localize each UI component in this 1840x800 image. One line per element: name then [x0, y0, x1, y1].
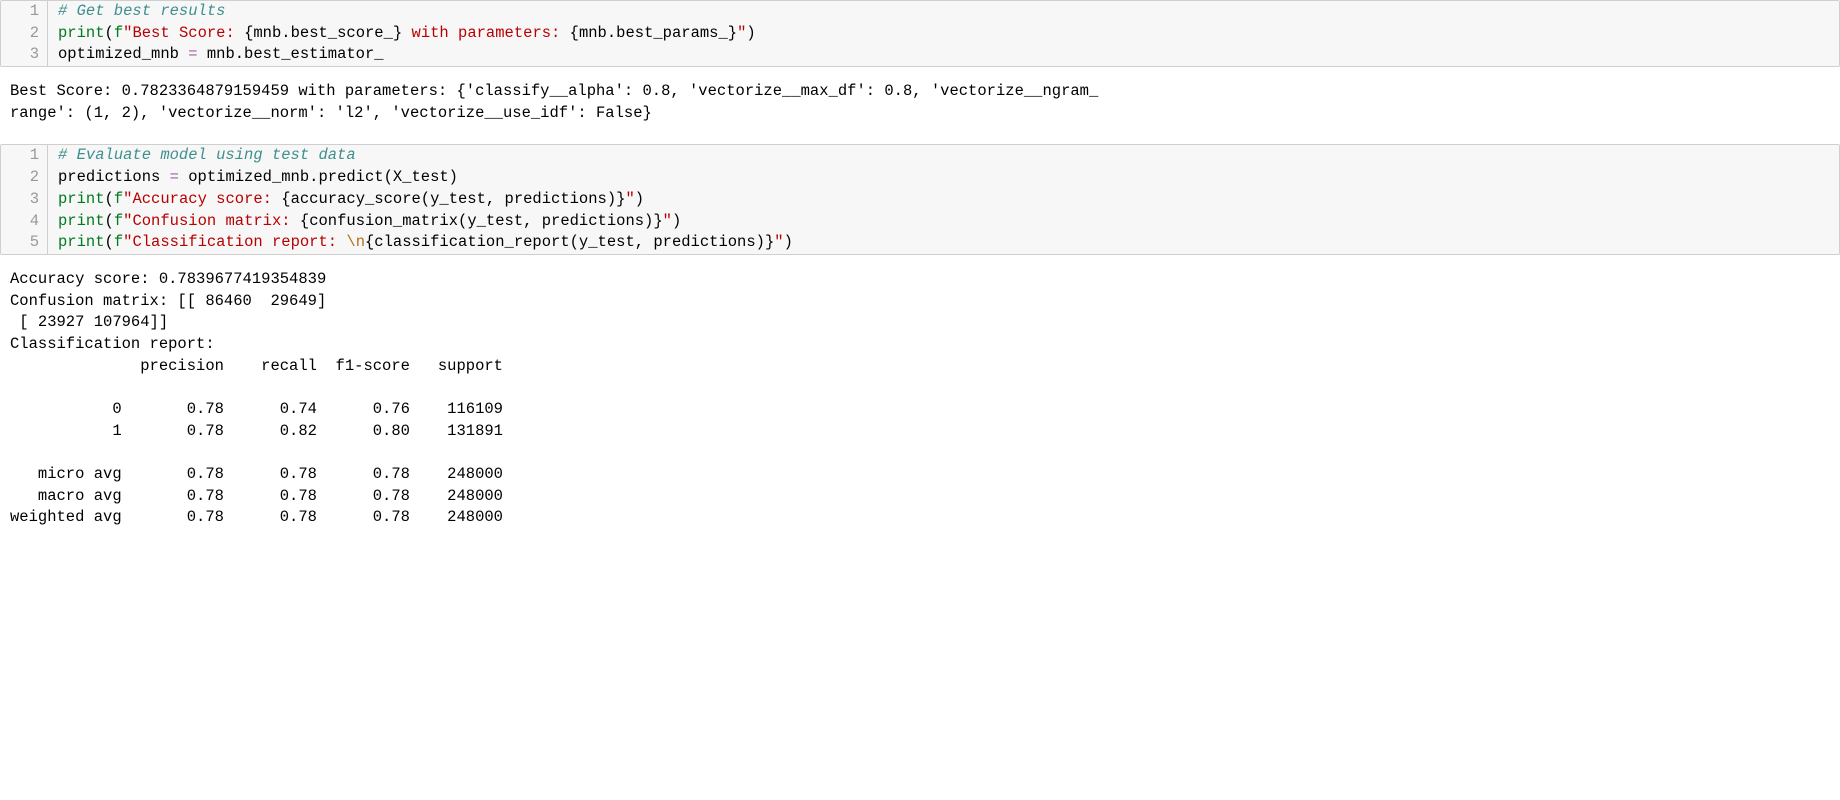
- f-expr: {mnb.best_params_}: [570, 24, 737, 42]
- code-text: # Get best results: [48, 1, 235, 23]
- code-text: # Evaluate model using test data: [48, 145, 366, 167]
- string-literal: Confusion matrix:: [132, 212, 299, 230]
- f-expr: {classification_report(y_test, predictio…: [365, 233, 774, 251]
- f-prefix: f: [114, 212, 123, 230]
- quote: ": [737, 24, 746, 42]
- line-number: 2: [1, 23, 48, 45]
- builtin-print: print: [58, 233, 105, 251]
- code-line: 1 # Evaluate model using test data: [1, 145, 1839, 167]
- code-line: 2 predictions = optimized_mnb.predict(X_…: [1, 167, 1839, 189]
- paren: (: [105, 212, 114, 230]
- line-number: 1: [1, 1, 48, 23]
- code-line: 3 optimized_mnb = mnb.best_estimator_: [1, 44, 1839, 66]
- comment: # Get best results: [58, 2, 225, 20]
- code-text: optimized_mnb = mnb.best_estimator_: [48, 44, 394, 66]
- line-number: 3: [1, 189, 48, 211]
- identifier: optimized_mnb: [58, 45, 188, 63]
- paren: ): [635, 190, 644, 208]
- code-text: print(f " Best Score: {mnb.best_score_} wi…: [48, 23, 766, 45]
- line-number: 4: [1, 211, 48, 233]
- code-line: 1 # Get best results: [1, 1, 1839, 23]
- string-literal: with parameters:: [402, 24, 569, 42]
- operator: =: [188, 45, 197, 63]
- line-number: 3: [1, 44, 48, 66]
- f-expr: {accuracy_score(y_test, predictions)}: [281, 190, 625, 208]
- string-literal: Classification report:: [132, 233, 346, 251]
- builtin-print: print: [58, 24, 105, 42]
- quote: ": [625, 190, 634, 208]
- spacer: [0, 126, 1840, 144]
- code-line: 5 print(f " Classification report: \n{clas…: [1, 232, 1839, 254]
- identifier: predictions: [58, 168, 170, 186]
- paren: (: [105, 190, 114, 208]
- line-number: 2: [1, 167, 48, 189]
- quote: ": [663, 212, 672, 230]
- code-text: print(f " Confusion matrix: {confusion_mat…: [48, 211, 691, 233]
- f-prefix: f: [114, 190, 123, 208]
- f-expr: {confusion_matrix(y_test, predictions)}: [300, 212, 663, 230]
- quote: ": [774, 233, 783, 251]
- identifier: optimized_mnb.predict(X_test): [179, 168, 458, 186]
- line-number: 5: [1, 232, 48, 254]
- paren: (: [105, 233, 114, 251]
- string-literal: Accuracy score:: [132, 190, 281, 208]
- code-line: 4 print(f " Confusion matrix: {confusion_m…: [1, 211, 1839, 233]
- paren: (: [105, 24, 114, 42]
- builtin-print: print: [58, 212, 105, 230]
- paren: ): [672, 212, 681, 230]
- code-text: print(f " Accuracy score: {accuracy_score(…: [48, 189, 654, 211]
- code-text: predictions = optimized_mnb.predict(X_te…: [48, 167, 468, 189]
- f-prefix: f: [114, 233, 123, 251]
- output-cell-2: Accuracy score: 0.7839677419354839 Confu…: [0, 265, 1840, 531]
- code-line: 3 print(f " Accuracy score: {accuracy_scor…: [1, 189, 1839, 211]
- code-cell-1[interactable]: 1 # Get best results 2 print(f " Best Scor…: [0, 0, 1840, 67]
- operator: =: [170, 168, 179, 186]
- line-number: 1: [1, 145, 48, 167]
- code-cell-2[interactable]: 1 # Evaluate model using test data 2 pre…: [0, 144, 1840, 254]
- paren: ): [746, 24, 755, 42]
- code-text: print(f " Classification report: \n{classi…: [48, 232, 803, 254]
- f-prefix: f: [114, 24, 123, 42]
- comment: # Evaluate model using test data: [58, 146, 356, 164]
- output-cell-1: Best Score: 0.7823364879159459 with para…: [0, 77, 1840, 126]
- string-literal: Best Score:: [132, 24, 244, 42]
- paren: ): [784, 233, 793, 251]
- escape-char: \n: [346, 233, 365, 251]
- code-line: 2 print(f " Best Score: {mnb.best_score_} …: [1, 23, 1839, 45]
- builtin-print: print: [58, 190, 105, 208]
- identifier: mnb.best_estimator_: [198, 45, 384, 63]
- f-expr: {mnb.best_score_}: [244, 24, 402, 42]
